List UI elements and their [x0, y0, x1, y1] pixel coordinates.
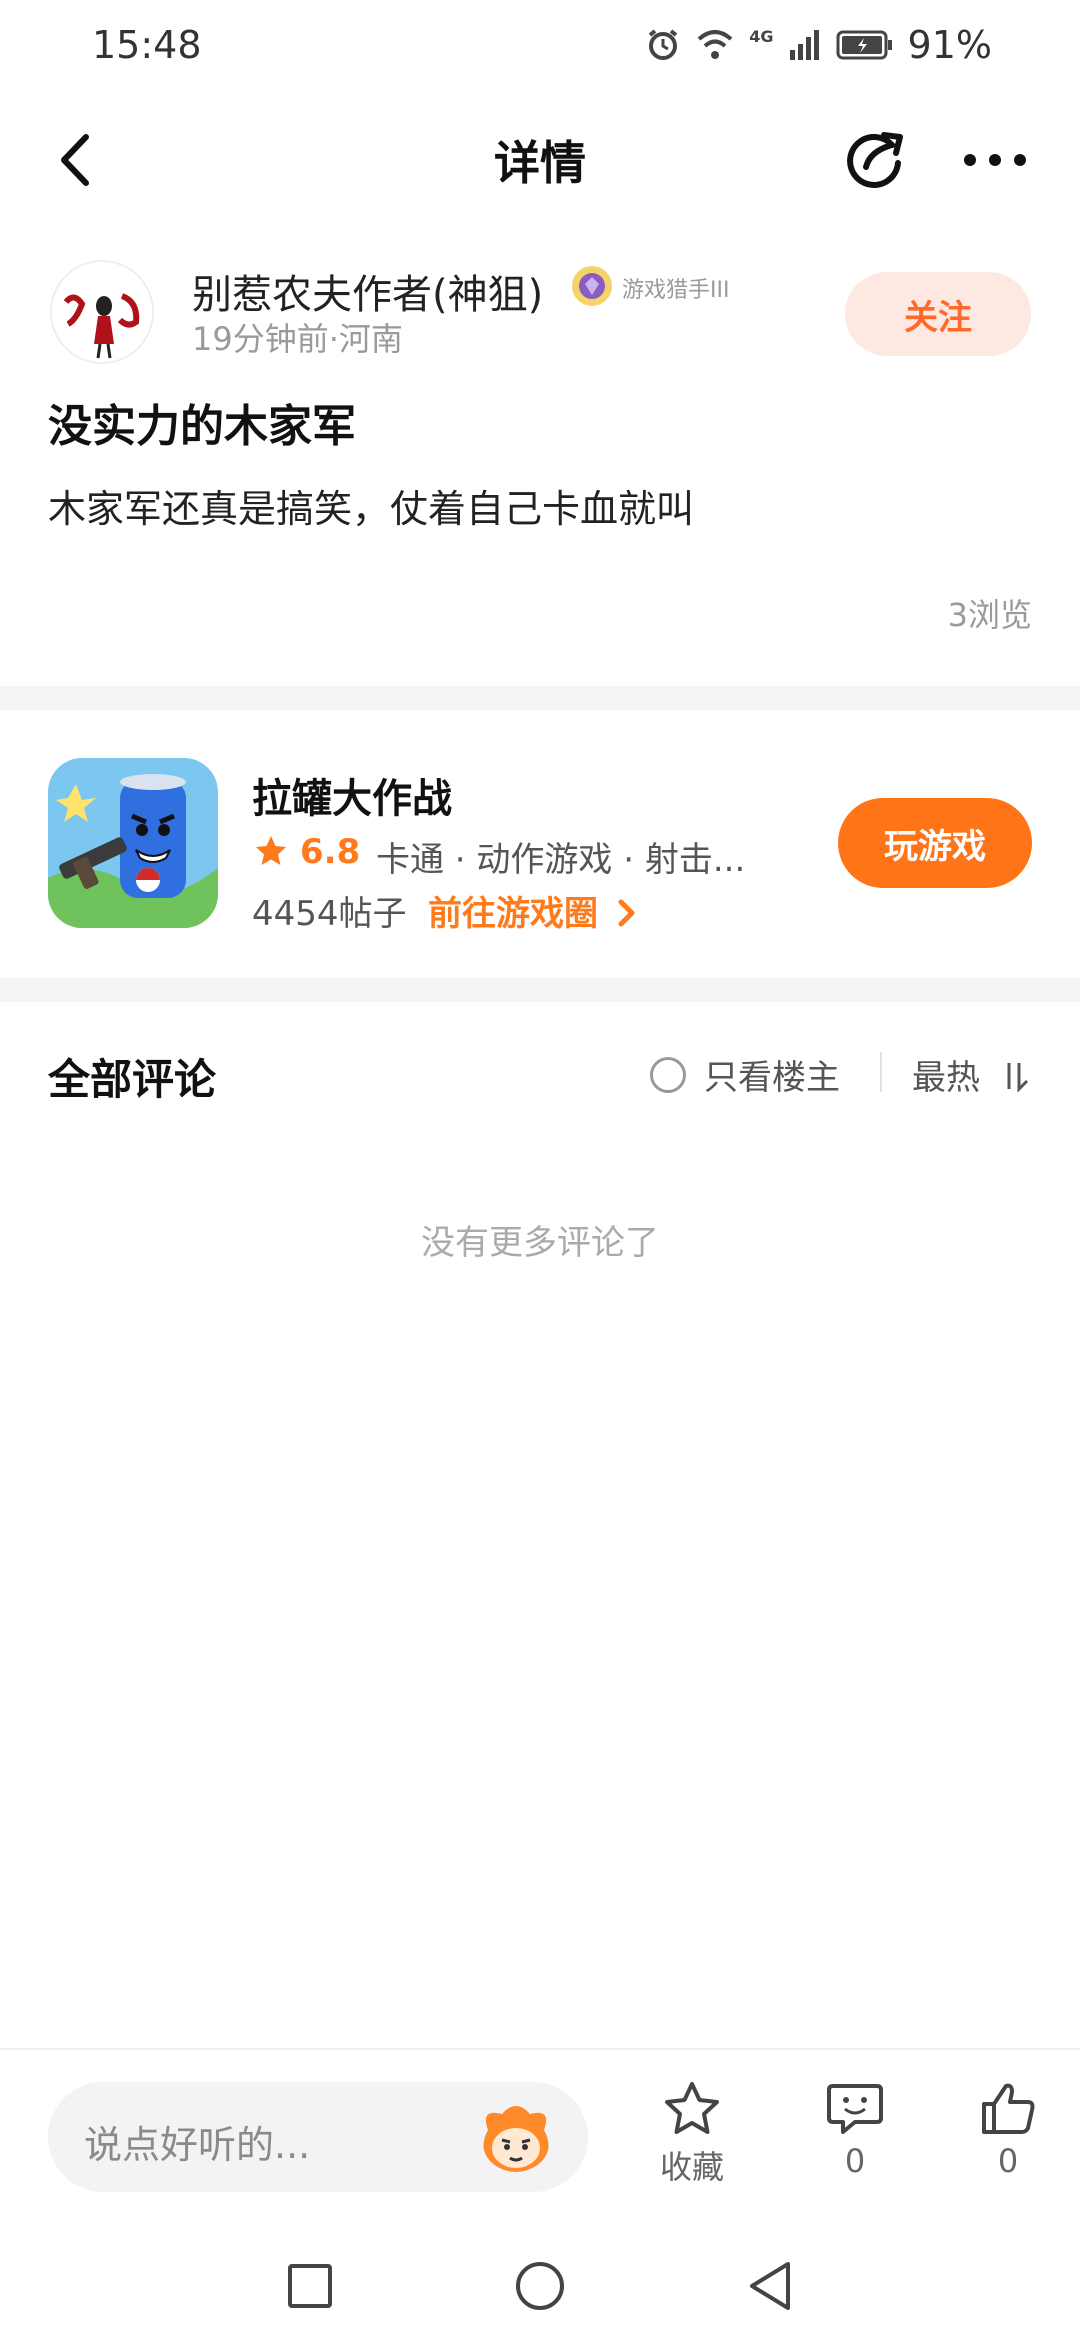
comment-action[interactable]: 0	[795, 2080, 915, 2180]
section-divider	[0, 686, 1080, 710]
navigation-bar: 详情	[0, 105, 1080, 215]
game-circle-link[interactable]: 前往游戏圈	[428, 886, 638, 935]
follow-button[interactable]: 关注	[845, 272, 1031, 356]
sort-toggle[interactable]: 最热	[912, 1050, 1031, 1099]
mascot-emoji-icon[interactable]	[474, 2096, 558, 2180]
game-icon[interactable]	[48, 758, 218, 928]
comment-count: 0	[844, 2142, 866, 2180]
comments-header: 全部评论 只看楼主 最热	[0, 1000, 1080, 1140]
no-more-comments: 没有更多评论了	[421, 1223, 659, 1263]
star-icon	[665, 2082, 719, 2134]
status-bar: 15:48 4G 91%	[0, 0, 1080, 90]
recent-apps-icon[interactable]	[286, 2262, 334, 2310]
game-card[interactable]: 拉罐大作战 6.8 卡通 · 动作游戏 · 射击... 4454帖子 前往游戏圈…	[0, 710, 1080, 980]
page-title: 详情	[494, 136, 586, 190]
section-divider	[0, 978, 1080, 1002]
comments-title: 全部评论	[48, 1055, 217, 1104]
like-count: 0	[997, 2142, 1019, 2180]
only-op-label: 只看楼主	[704, 1058, 840, 1098]
system-navigation-bar	[0, 2232, 1080, 2340]
comment-placeholder: 说点好听的...	[84, 2123, 311, 2167]
author-avatar[interactable]	[50, 260, 154, 364]
post-section: 别惹农夫作者(神狙) 游戏猎手III 19分钟前·河南 关注 没实力的木家军 木…	[0, 250, 1080, 685]
comment-input[interactable]: 说点好听的...	[48, 2082, 588, 2192]
share-icon[interactable]	[840, 123, 910, 193]
play-game-button[interactable]: 玩游戏	[838, 798, 1032, 888]
only-op-radio[interactable]	[650, 1056, 686, 1093]
post-meta: 19分钟前·河南	[192, 320, 403, 358]
avatar-image	[52, 262, 152, 362]
game-icon-image	[48, 758, 218, 928]
badge-label: 游戏猎手III	[622, 278, 730, 303]
game-circle-link-label: 前往游戏圈	[428, 894, 598, 934]
back-icon[interactable]	[746, 2260, 794, 2312]
header-separator	[880, 1052, 882, 1092]
status-time: 15:48	[92, 23, 202, 67]
game-name[interactable]: 拉罐大作战	[252, 766, 452, 824]
game-rating: 6.8	[300, 832, 361, 872]
sort-icon	[1007, 1063, 1028, 1093]
view-count: 3浏览	[947, 596, 1032, 634]
post-title: 没实力的木家军	[48, 401, 356, 452]
more-options-icon[interactable]	[960, 135, 1030, 185]
wifi-icon	[697, 30, 733, 59]
back-arrow-icon[interactable]	[48, 127, 108, 193]
thumbs-up-icon	[982, 2083, 1035, 2134]
bottom-action-bar: 说点好听的... 收藏 0 0	[0, 2048, 1080, 2230]
alarm-icon	[649, 29, 678, 60]
star-rating-icon	[256, 836, 286, 865]
game-tags: 卡通 · 动作游戏 · 射击...	[376, 840, 746, 880]
network-type: 4G	[749, 27, 774, 46]
badge-icon	[572, 266, 612, 306]
battery-level: 91%	[907, 23, 992, 67]
post-body: 木家军还真是搞笑，仗着自己卡血就叫	[48, 487, 695, 531]
chevron-right-icon	[618, 899, 635, 927]
like-action[interactable]: 0	[948, 2080, 1068, 2180]
sort-label: 最热	[912, 1058, 980, 1098]
comment-icon	[827, 2084, 883, 2134]
favorite-label: 收藏	[659, 2148, 724, 2186]
battery-icon	[836, 30, 892, 60]
signal-icon	[789, 30, 819, 60]
only-op-toggle[interactable]: 只看楼主	[650, 1050, 840, 1099]
author-name[interactable]: 别惹农夫作者(神狙)	[192, 262, 543, 320]
favorite-action[interactable]: 收藏	[632, 2080, 752, 2188]
game-post-count: 4454帖子	[252, 894, 407, 934]
status-icons: 4G 91%	[645, 23, 992, 67]
home-icon[interactable]	[514, 2260, 566, 2312]
